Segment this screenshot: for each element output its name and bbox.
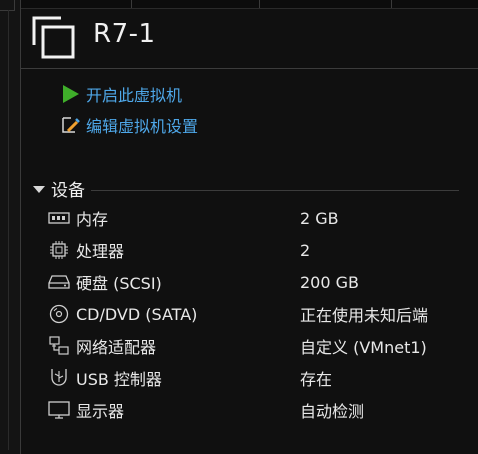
power-on-vm-label: 开启此虚拟机 — [86, 86, 183, 105]
memory-icon — [46, 207, 72, 229]
device-name: 内存 — [76, 210, 109, 229]
left-library-strip — [0, 0, 21, 454]
hard-disk-icon — [46, 271, 72, 293]
devices-section-header[interactable]: 设备 — [33, 176, 459, 201]
device-row-memory[interactable]: 内存 2 GB — [46, 203, 466, 233]
device-row-display[interactable]: 显示器 自动检测 — [46, 395, 466, 425]
device-row-cd-dvd[interactable]: CD/DVD (SATA) 正在使用未知后端 — [46, 299, 466, 329]
device-row-usb-controller[interactable]: USB 控制器 存在 — [46, 363, 466, 393]
device-name: 显示器 — [76, 402, 125, 421]
power-on-vm-link[interactable]: 开启此虚拟机 — [60, 82, 182, 106]
display-icon — [46, 399, 72, 421]
device-row-hard-disk[interactable]: 硬盘 (SCSI) 200 GB — [46, 267, 466, 297]
edit-vm-settings-label: 编辑虚拟机设置 — [86, 117, 199, 136]
tab-strip — [21, 0, 478, 9]
device-value: 正在使用未知后端 — [300, 306, 429, 325]
device-name: 网络适配器 — [76, 338, 157, 357]
device-value: 自定义 (VMnet1) — [300, 338, 427, 357]
device-value: 200 GB — [300, 272, 359, 292]
vm-header: R7-1 — [21, 9, 478, 69]
cd-dvd-icon — [46, 303, 72, 325]
device-value: 2 GB — [300, 208, 339, 228]
device-name: USB 控制器 — [76, 370, 162, 389]
vm-name: R7-1 — [93, 19, 156, 49]
tab-separator — [259, 0, 260, 8]
vm-details-panel: R7-1 开启此虚拟机 编辑虚拟机设置 设备 内存 2 GB 处理器 2 硬盘 … — [0, 0, 478, 454]
device-name: CD/DVD (SATA) — [76, 304, 198, 324]
device-value: 2 — [300, 240, 311, 260]
device-row-processor[interactable]: 处理器 2 — [46, 235, 466, 265]
left-strip-divider — [8, 10, 9, 450]
usb-controller-icon — [46, 367, 72, 389]
device-row-network-adapter[interactable]: 网络适配器 自定义 (VMnet1) — [46, 331, 466, 361]
virtual-machine-icon — [32, 16, 75, 59]
cpu-icon — [46, 239, 72, 261]
device-value: 自动检测 — [300, 402, 365, 421]
device-name: 硬盘 (SCSI) — [76, 274, 162, 293]
network-adapter-icon — [46, 335, 72, 357]
device-value: 存在 — [300, 370, 333, 389]
tab-separator — [391, 0, 392, 8]
tab-separator — [131, 0, 132, 8]
edit-vm-settings-link[interactable]: 编辑虚拟机设置 — [60, 113, 198, 137]
section-divider — [91, 189, 459, 191]
device-name: 处理器 — [76, 242, 125, 261]
play-icon — [60, 83, 82, 105]
devices-section-title: 设备 — [51, 180, 85, 201]
edit-settings-icon — [60, 114, 82, 136]
collapse-triangle-icon[interactable] — [33, 185, 45, 193]
